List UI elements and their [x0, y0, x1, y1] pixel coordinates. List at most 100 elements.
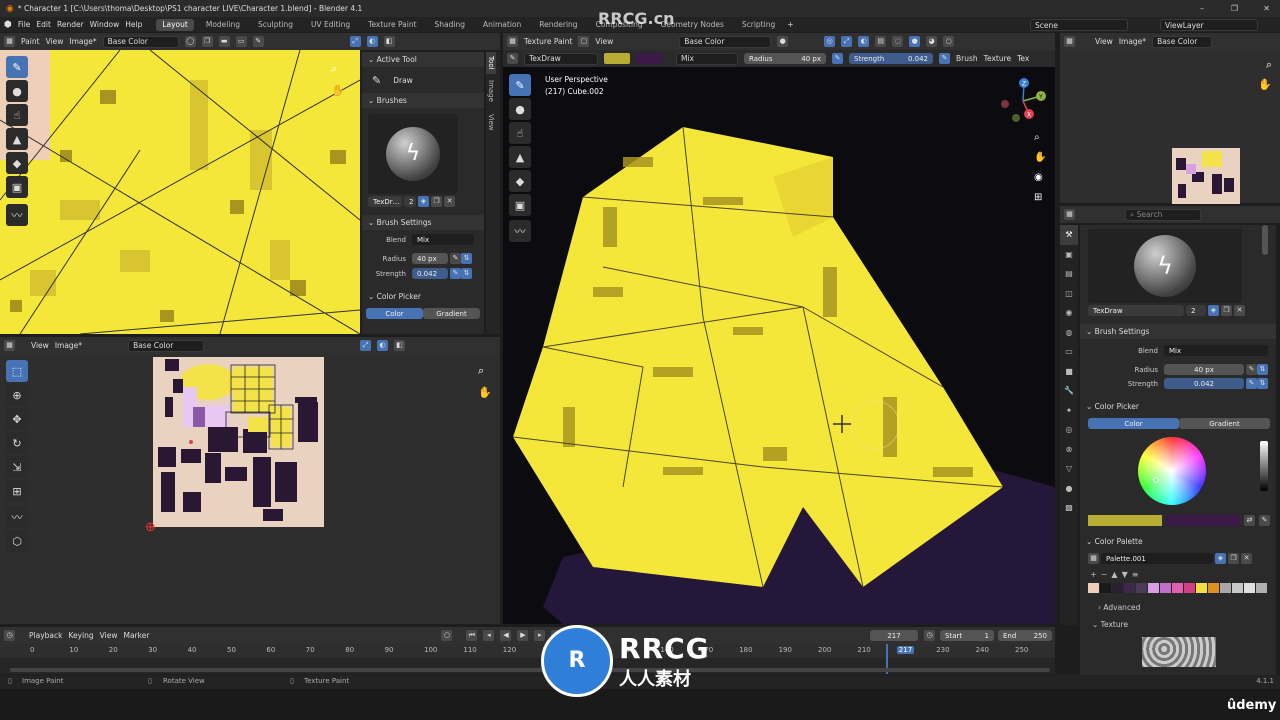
rendered-shading-icon[interactable]: ○	[943, 36, 955, 47]
image-slot-selector[interactable]: Base Color	[102, 35, 179, 48]
workspace-tab-uv-editing[interactable]: UV Editing	[305, 19, 356, 31]
object-tab-icon[interactable]: ■	[1060, 362, 1078, 382]
primary-color-swatch[interactable]	[604, 53, 630, 64]
radius-field[interactable]: Radius 40 px	[744, 53, 826, 64]
color-palette-header[interactable]: ⌄ Color Palette	[1080, 534, 1276, 549]
xray-icon[interactable]: ▤	[875, 36, 887, 47]
palette-swatch[interactable]	[1256, 583, 1267, 593]
workspace-tab-layout[interactable]: Layout	[156, 18, 194, 31]
mode-selector[interactable]: Paint	[21, 37, 40, 46]
copy-icon[interactable]: ❐	[201, 36, 213, 47]
brush-name-field[interactable]: TexDr…	[368, 196, 402, 207]
prev-keyframe-icon[interactable]: ◂	[483, 630, 495, 641]
workspace-tab-animation[interactable]: Animation	[477, 19, 527, 31]
workspace-tab-modeling[interactable]: Modeling	[200, 19, 246, 31]
palette-swatch[interactable]	[1208, 583, 1219, 593]
strength-pressure-icon[interactable]: ✎	[450, 268, 461, 279]
view-layer-selector[interactable]: ViewLayer	[1160, 19, 1258, 31]
cursor-tool-icon[interactable]: ⊕	[6, 384, 28, 406]
jump-start-icon[interactable]: ⏮	[466, 630, 478, 641]
brush-name-field[interactable]: TexDraw	[1088, 305, 1184, 316]
properties-scrollbar[interactable]	[1262, 225, 1268, 255]
blend-dropdown[interactable]: Mix	[1164, 345, 1268, 356]
minimize-button[interactable]: –	[1200, 4, 1204, 13]
eyedropper-icon[interactable]: ✎	[1259, 515, 1270, 526]
editor-type-icon[interactable]: ◷	[4, 630, 15, 641]
texture-menu[interactable]: Texture	[984, 54, 1011, 63]
start-frame-field[interactable]: Start 1	[940, 630, 994, 641]
fake-user-icon[interactable]: ◈	[1208, 305, 1219, 316]
view-menu[interactable]: View	[1095, 37, 1113, 46]
soften-tool-icon[interactable]: ●	[509, 98, 531, 120]
clone-tool-icon[interactable]: ▲	[6, 128, 28, 150]
editor-type-icon[interactable]: ▦	[507, 36, 518, 47]
draw-tool-icon[interactable]: ✎	[6, 56, 28, 78]
particles-tab-icon[interactable]: ✦	[1060, 401, 1078, 421]
value-slider[interactable]	[1260, 441, 1268, 491]
editor-type-icon[interactable]: ▦	[4, 36, 15, 47]
view-menu[interactable]: View	[595, 37, 613, 46]
viewport-canvas[interactable]	[503, 67, 1055, 624]
material-shading-icon[interactable]: ◕	[926, 36, 938, 47]
workspace-tab-texture-paint[interactable]: Texture Paint	[362, 19, 422, 31]
strength-field[interactable]: 0.042	[1164, 378, 1244, 389]
palette-swatch[interactable]	[1124, 583, 1135, 593]
folder-icon[interactable]: ▬	[218, 36, 230, 47]
physics-tab-icon[interactable]: ◎	[1060, 420, 1078, 440]
wireframe-shading-icon[interactable]: ◌	[892, 36, 904, 47]
annotate-tool-icon[interactable]: 〰	[6, 204, 28, 226]
pan-hand-icon[interactable]: ✋	[1258, 78, 1272, 91]
constraints-tab-icon[interactable]: ⊗	[1060, 440, 1078, 460]
palette-fake-user-icon[interactable]: ◈	[1215, 553, 1226, 564]
palette-swatch[interactable]	[1136, 583, 1147, 593]
close-button[interactable]: ✕	[1263, 4, 1270, 13]
draw-tool-icon[interactable]: ✎	[509, 74, 531, 96]
palette-swatch[interactable]	[1244, 583, 1255, 593]
gizmo-toggle-icon[interactable]: ⤢	[360, 340, 372, 351]
pressure-icon[interactable]: ✎	[450, 253, 461, 264]
texture-header[interactable]: ⌄ Texture	[1092, 620, 1276, 629]
tab-image[interactable]: Image	[486, 74, 496, 108]
visibility-icon[interactable]: ◎	[824, 36, 836, 47]
editor-type-icon[interactable]: ▦	[1064, 36, 1075, 47]
brush-preview[interactable]: ϟ	[1088, 229, 1242, 303]
menu-edit[interactable]: Edit	[36, 20, 51, 29]
strength-field[interactable]: Strength 0.042	[849, 53, 933, 64]
palette-swatch[interactable]	[1112, 583, 1123, 593]
data-tab-icon[interactable]: ▽	[1060, 459, 1078, 479]
radius-unit-icon[interactable]: ⇅	[461, 253, 472, 264]
palette-swatch[interactable]	[1100, 583, 1111, 593]
blend-dropdown[interactable]: Mix	[676, 52, 738, 65]
palette-duplicate-icon[interactable]: ❐	[1228, 553, 1239, 564]
image-menu[interactable]: Image*	[55, 341, 82, 350]
fill-tool-icon[interactable]: ◆	[509, 170, 531, 192]
brush-menu[interactable]: Brush	[956, 54, 978, 63]
play-icon[interactable]: ▶	[517, 630, 529, 641]
radius-field[interactable]: 40 px	[412, 253, 448, 264]
zoom-icon[interactable]: ⌕	[331, 58, 345, 80]
display-channels-icon[interactable]: ◧	[394, 340, 406, 351]
gradient-tab[interactable]: Gradient	[423, 308, 480, 319]
play-reverse-icon[interactable]: ◀	[500, 630, 512, 641]
radius-field[interactable]: 40 px	[1164, 364, 1244, 375]
brush-settings-header[interactable]: ⌄ Brush Settings	[362, 215, 484, 230]
menu-help[interactable]: Help	[125, 20, 142, 29]
end-frame-field[interactable]: End 250	[998, 630, 1052, 641]
current-frame-field[interactable]: 217	[870, 630, 918, 641]
palette-browse-icon[interactable]: ▦	[1088, 553, 1099, 564]
workspace-tab-rendering[interactable]: Rendering	[533, 19, 583, 31]
menu-file[interactable]: File	[18, 20, 31, 29]
pin-icon[interactable]: ✎	[252, 36, 264, 47]
select-tool-icon[interactable]: ⬚	[6, 360, 28, 382]
view-layer-tab-icon[interactable]: ◫	[1060, 284, 1078, 304]
overlay-toggle-icon[interactable]: ◐	[858, 36, 870, 47]
menu-render[interactable]: Render	[57, 20, 84, 29]
active-tool-row[interactable]: ✎ Draw	[362, 67, 484, 93]
zoom-icon[interactable]: ⌕	[478, 360, 492, 382]
pan-hand-icon[interactable]: ✋	[331, 80, 345, 102]
gizmo-toggle-icon[interactable]: ⤢	[349, 36, 361, 47]
unlink-brush-icon[interactable]: ✕	[444, 196, 455, 207]
workspace-tab-scripting[interactable]: Scripting	[736, 19, 781, 31]
palette-swatch[interactable]	[1088, 583, 1099, 593]
color-picker-header[interactable]: ⌄ Color Picker	[362, 289, 484, 304]
